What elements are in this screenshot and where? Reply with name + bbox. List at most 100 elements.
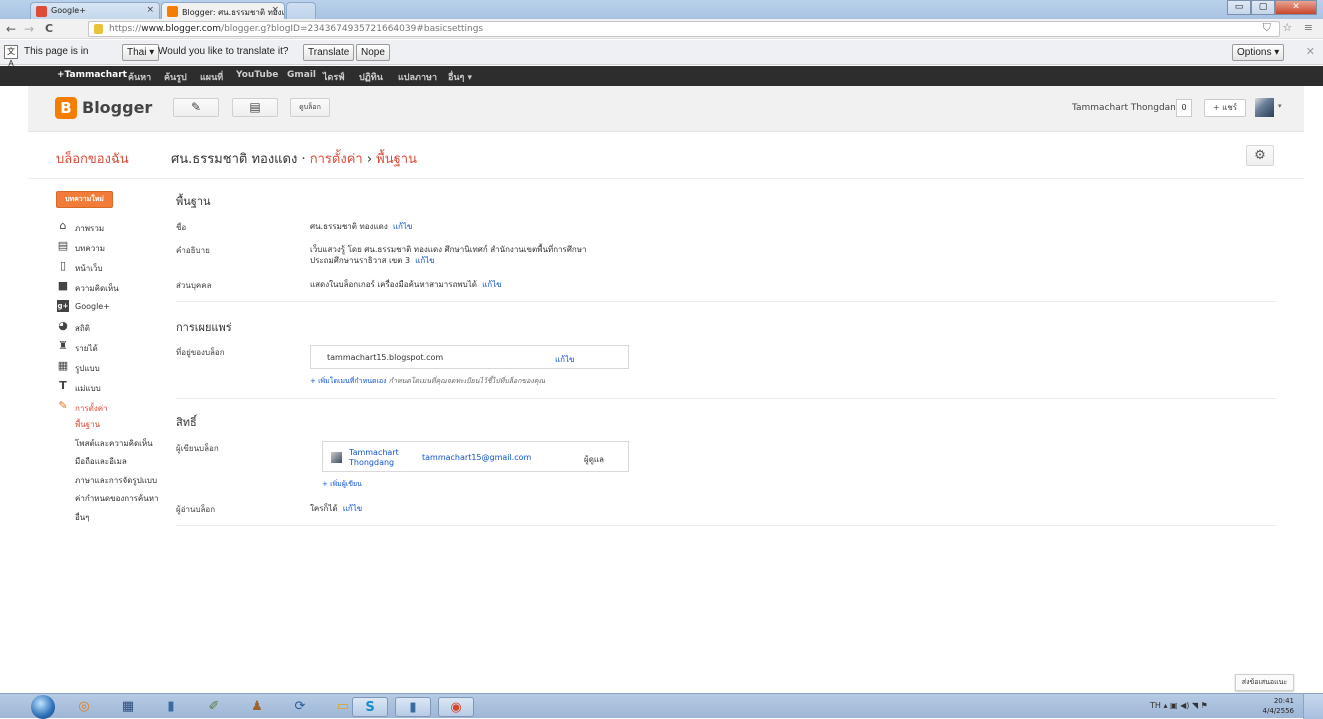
sidebar-item-label: บทความ <box>75 244 105 253</box>
edit-readers-link[interactable]: แก้ไข <box>343 504 363 513</box>
sidebar-item-template[interactable]: T แม่แบบ <box>57 378 167 398</box>
avatar[interactable] <box>1255 98 1274 117</box>
sidebar-item-settings[interactable]: ✎ การตั้งค่า <box>57 398 167 418</box>
gbar-more[interactable]: อื่นๆ ▾ <box>448 70 472 84</box>
google-plus-icon: g+ <box>57 300 69 312</box>
tab-close-icon[interactable]: × <box>271 5 279 15</box>
edit-description-link[interactable]: แก้ไข <box>415 256 435 265</box>
window-app-icon[interactable]: ▮ <box>395 697 431 717</box>
add-author-link[interactable]: + เพิ่มผู้เขียน <box>322 479 362 490</box>
show-desktop-button[interactable] <box>1303 694 1323 719</box>
privacy-text: แสดงในบล็อกเกอร์ เครื่องมือค้นหาสามารถพบ… <box>310 280 477 289</box>
feedback-button[interactable]: ส่งข้อเสนอแนะ <box>1235 674 1294 691</box>
start-button[interactable] <box>31 695 55 719</box>
sidebar-item-label: หน้าเว็บ <box>75 264 103 273</box>
author-email[interactable]: tammachart15@gmail.com <box>422 453 531 462</box>
gbar-maps[interactable]: แผนที่ <box>200 70 223 84</box>
game-app-icon[interactable]: ♟ <box>239 697 275 717</box>
sidebar-item-posts[interactable]: ▤ บทความ <box>57 238 167 258</box>
media-player-icon[interactable]: ◎ <box>66 697 102 717</box>
back-icon[interactable]: ← <box>4 21 18 37</box>
home-icon: ⌂ <box>59 219 67 232</box>
sidebar-item-pages[interactable]: ▯ หน้าเว็บ <box>57 258 167 278</box>
sidebar-item-comments[interactable]: ■ ความคิดเห็น <box>57 278 167 298</box>
gbar-images[interactable]: ค้นรูป <box>164 70 187 84</box>
wrench-icon: ✎ <box>58 399 68 412</box>
sidebar-item-google-plus[interactable]: g+ Google+ <box>57 298 167 318</box>
blogger-logo-icon[interactable]: B <box>55 97 77 119</box>
gbar-calendar[interactable]: ปฏิทิน <box>359 70 383 84</box>
translate-button[interactable]: Translate <box>303 44 355 61</box>
system-tray[interactable]: TH ▴ ▣ ◀) ◥ ⚑ <box>1150 701 1208 710</box>
clock[interactable]: 20:41 4/4/2556 <box>1262 696 1294 716</box>
new-post-pencil-button[interactable]: ✎ <box>173 98 219 117</box>
add-custom-domain-link[interactable]: + เพิ่มโดเมนที่กำหนดเอง <box>310 377 387 385</box>
subnav-search-preferences[interactable]: ค่ากำหนดของการค้นหา <box>75 492 175 511</box>
author-role: ผู้ดูแล <box>584 455 604 464</box>
breadcrumb-settings[interactable]: การตั้งค่า <box>310 152 363 167</box>
blog-authors-label: ผู้เขียนบล็อก <box>176 444 219 453</box>
subnav-mobile-email[interactable]: มือถือและอีเมล <box>75 455 175 474</box>
sidebar-item-label: แม่แบบ <box>75 384 101 393</box>
google-bar: +Tammachart ค้นหา ค้นรูป แผนที่ YouTube … <box>0 66 1323 86</box>
sidebar-item-stats[interactable]: ◕ สถิติ <box>57 318 167 338</box>
share-button[interactable]: + แชร์ <box>1204 99 1246 117</box>
language-select[interactable]: Thai ▾ <box>122 44 160 61</box>
readers-value: ใครก็ได้ แก้ไข <box>310 503 362 514</box>
options-button[interactable]: Options ▾ <box>1232 44 1285 61</box>
new-tab-button[interactable] <box>286 2 316 19</box>
gbar-gmail[interactable]: Gmail <box>287 70 316 80</box>
translate-question: Would you like to translate it? <box>158 46 289 57</box>
browser-tab-bar: Google+ × Blogger: ศน.ธรรมชาติ ทองแ × ▭ … <box>0 0 1323 19</box>
chrome-icon[interactable]: ◉ <box>438 697 474 717</box>
close-translate-icon[interactable]: ✕ <box>1306 45 1315 58</box>
page-icon: ▯ <box>59 259 67 272</box>
sidebar-item-label: รายได้ <box>75 344 98 353</box>
skype-icon[interactable]: S <box>352 697 388 717</box>
blogger-logo-text[interactable]: Blogger <box>82 98 152 117</box>
maximize-button[interactable]: ▢ <box>1251 0 1275 15</box>
gbar-youtube[interactable]: YouTube <box>236 70 278 80</box>
gbar-drive[interactable]: ไดรฟ์ <box>323 70 345 84</box>
pen-app-icon[interactable]: ✐ <box>196 697 232 717</box>
chevron-down-icon[interactable]: ▾ <box>1278 102 1282 110</box>
subnav-basic[interactable]: พื้นฐาน <box>75 418 175 437</box>
tab-close-icon[interactable]: × <box>146 5 154 15</box>
gear-icon[interactable]: ⚙ <box>1246 145 1274 166</box>
subnav-language-formatting[interactable]: ภาษาและการจัดรูปแบบ <box>75 474 175 493</box>
my-blogs-link[interactable]: บล็อกของฉัน <box>56 148 129 169</box>
refresh-app-icon[interactable]: ⟳ <box>282 697 318 717</box>
sidebar-item-earnings[interactable]: ♜ รายได้ <box>57 338 167 358</box>
gbar-search[interactable]: ค้นหา <box>128 70 151 84</box>
app-grid-icon[interactable]: ▦ <box>110 697 146 717</box>
toolbar-icons[interactable]: ⛉ ☆ ≡ <box>1263 21 1317 35</box>
name-value: ศน.ธรรมชาติ ทองแดง แก้ไข <box>310 221 412 232</box>
address-bar[interactable]: https://www.blogger.com/blogger.g?blogID… <box>88 21 1280 37</box>
user-name[interactable]: Tammachart Thongdang <box>1072 103 1182 113</box>
edit-privacy-link[interactable]: แก้ไข <box>482 280 502 289</box>
nope-button[interactable]: Nope <box>356 44 390 61</box>
edit-title-link[interactable]: แก้ไข <box>393 222 413 231</box>
reload-icon[interactable]: C <box>42 21 56 37</box>
tab-google-plus[interactable]: Google+ × <box>30 2 160 19</box>
subnav-other[interactable]: อื่นๆ <box>75 511 175 530</box>
view-blog-button[interactable]: ดูบล็อก <box>290 98 330 117</box>
posts-list-button[interactable]: ▤ <box>232 98 278 117</box>
gbar-translate[interactable]: แปลภาษา <box>398 70 437 84</box>
notification-count[interactable]: 0 <box>1176 99 1192 117</box>
minimize-button[interactable]: ▭ <box>1227 0 1251 15</box>
tab-blogger[interactable]: Blogger: ศน.ธรรมชาติ ทองแ × <box>161 2 285 19</box>
sidebar-item-overview[interactable]: ⌂ ภาพรวม <box>57 218 167 238</box>
translate-bar: 文A This page is in Thai ▾ Would you like… <box>0 40 1323 68</box>
subnav-posts-comments[interactable]: โพสต์และความคิดเห็น <box>75 437 175 456</box>
edit-address-link[interactable]: แก้ไข <box>555 353 575 366</box>
gbar-profile[interactable]: +Tammachart <box>57 70 127 80</box>
close-window-button[interactable]: ✕ <box>1275 0 1317 15</box>
new-post-button[interactable]: บทความใหม่ <box>56 191 113 208</box>
breadcrumb-separator: › <box>362 152 377 167</box>
sidebar-item-layout[interactable]: ▦ รูปแบบ <box>57 358 167 378</box>
author-name-link[interactable]: Tammachart Thongdang <box>349 448 399 468</box>
blog-address-box: tammachart15.blogspot.com แก้ไข <box>310 345 629 369</box>
window-app-icon[interactable]: ▮ <box>153 697 189 717</box>
forward-icon[interactable]: → <box>22 21 36 37</box>
